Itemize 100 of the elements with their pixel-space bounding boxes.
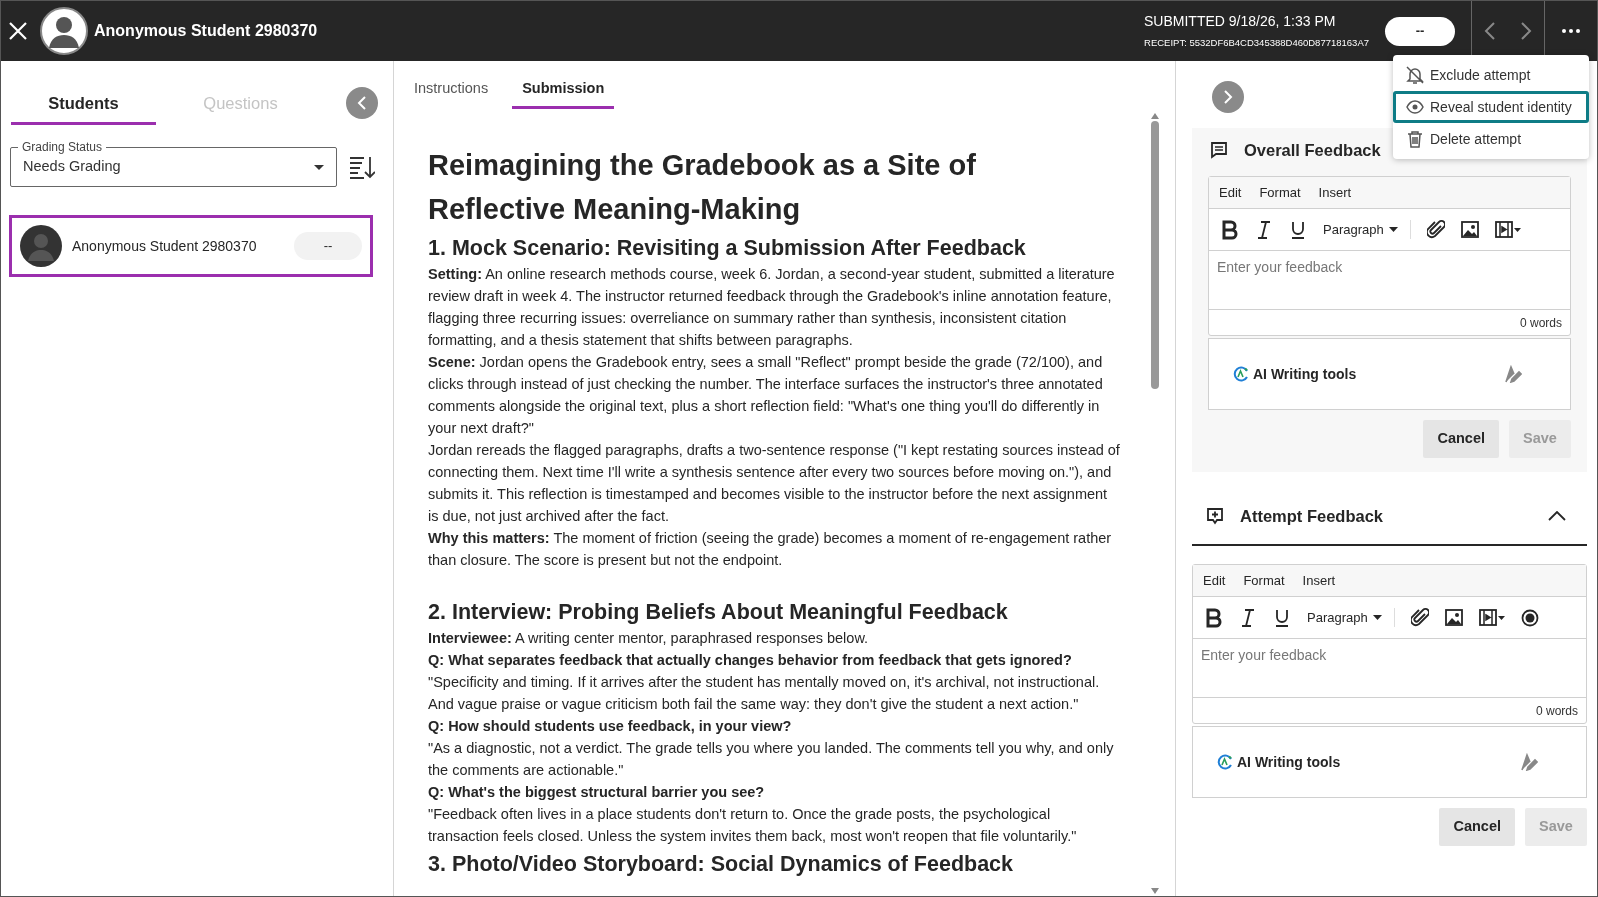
menu-item[interactable]: Format [1237,570,1291,591]
media-button[interactable] [1478,607,1505,628]
ai-writing-tools-button[interactable]: AI Writing tools [1253,363,1357,385]
pen-icon [1504,365,1522,383]
word-count: 0 words [1519,314,1562,332]
submitted-date: SUBMITTED 9/18/26, 1:33 PM [1144,12,1337,32]
ai-icon [1233,366,1249,382]
italic-icon [1255,219,1273,240]
italic-button[interactable] [1255,219,1273,240]
menu-item[interactable]: Insert [1296,570,1342,591]
italic-icon [1239,607,1257,628]
attach-button[interactable] [1426,219,1445,240]
grade-pill: -- [294,232,362,260]
menu-item[interactable]: Insert [1312,182,1358,203]
record-button[interactable] [1520,607,1539,628]
question: Q: What separates feedback that actually changes behavior from feedback that gets ignored? [428,651,1073,670]
add-comment-icon [1206,507,1224,525]
film-icon [1494,219,1521,240]
sort-icon [349,155,375,179]
bold-button[interactable] [1221,219,1239,240]
word-count: 0 words [1535,702,1578,720]
tab[interactable]: Students [11,85,156,125]
chevron-right-icon [1223,89,1233,105]
image-icon [1460,219,1479,240]
film-icon [1478,607,1505,628]
menu-item[interactable]: Edit [1197,570,1232,591]
paragraph: "Feedback often lives in a place students don't return to. Once the grade posts, the psychological transaction feels closed. Unless the system invites them back, most won't reopen that file voluntarily." [428,805,1078,846]
italic-button[interactable] [1239,607,1257,628]
scrollbar[interactable] [1150,113,1160,896]
expand-button[interactable] [1212,81,1244,113]
comment-icon [1210,141,1228,159]
image-button[interactable] [1460,219,1479,240]
bold-button[interactable] [1205,607,1223,628]
paragraph: "As a diagnostic, not a verdict. The grade tells you where you landed. The comments tell you why, and only the comments are actionable." [428,739,1115,780]
caret-down-icon [1388,227,1398,232]
bell-off-icon [1406,66,1424,84]
question: Q: How should students use feedback, in your view? [428,717,793,736]
student-name: Anonymous Student 2980370 [72,236,257,256]
underline-icon [1273,607,1291,628]
close-icon [8,21,28,41]
paragraph-dropdown[interactable]: Paragraph [1307,607,1395,628]
paragraph-dropdown[interactable]: Paragraph [1323,219,1411,240]
section-title: Overall Feedback [1244,139,1381,161]
ai-writing-tools-button[interactable]: AI Writing tools [1237,751,1341,773]
bold-icon [1221,219,1239,240]
menu-item[interactable]: Reveal student identity [1393,91,1589,123]
cancel-button[interactable]: Cancel [1439,808,1515,846]
grading-status-select[interactable]: Grading Status Needs Grading [10,139,337,187]
ai-icon [1217,754,1233,770]
chevron-left-icon [1484,21,1496,41]
underline-button[interactable] [1273,607,1291,628]
document-title: Reimagining the Gradebook as a Site of Reflective Meaning-Making [428,148,977,227]
select-label: Grading Status [18,140,107,154]
avatar-icon [39,6,89,56]
trash-icon [1406,130,1424,148]
student-name: Anonymous Student 2980370 [94,21,318,41]
underline-button[interactable] [1289,219,1307,240]
menu-item[interactable]: Exclude attempt [1393,59,1589,91]
feedback-editor[interactable]: Edit Format Insert Paragraph Enter your feedback 0 words [1192,564,1587,724]
paragraph: Jordan rereads the flagged paragraphs, drafts a two-sentence response ("I kept restating sources instead of connecting them. Next time I'll write a synthesis sentence after every two sources before moving on."), and submits it. This reflection is timestamped and becomes visible to the instructor before the next assignment is due, not just archived after the fact. [428,441,1120,526]
caret-down-icon [314,164,324,170]
image-button[interactable] [1444,607,1463,628]
chevron-right-icon [1520,21,1532,41]
chevron-up-icon [1548,511,1566,521]
grade-field[interactable]: -- [1385,16,1455,46]
caret-down-icon [1372,615,1382,620]
feedback-editor[interactable]: Edit Format Insert Paragraph Enter your feedback 0 words [1208,176,1571,336]
paragraph: "Specificity and timing. If it arrives after the student has mentally moved on, it's archival, not instructional. And vague praise or vague criticism both fail the same way: they don't give the student a next action." [428,673,1101,714]
media-button[interactable] [1494,219,1521,240]
menu-item[interactable]: Delete attempt [1393,123,1589,155]
avatar-icon [20,225,62,267]
section-heading: 2. Interview: Probing Beliefs About Meaningful Feedback [428,599,1009,626]
image-icon [1444,607,1463,628]
scroll-up-icon [1151,113,1159,119]
receipt-number: RECEIPT: 5532DF6B4CD345388D460D87718163A7 [1144,36,1369,51]
menu-item[interactable]: Format [1253,182,1307,203]
save-button: Save [1525,808,1587,846]
chevron-left-icon [357,95,367,111]
scroll-down-icon [1151,888,1159,894]
section-title: Attempt Feedback [1240,505,1384,527]
student-row[interactable]: Anonymous Student 2980370 -- [9,215,373,277]
tab[interactable]: Submission [512,71,615,109]
paragraph: Scene: Jordan opens the Gradebook entry, sees a small "Reflect" prompt beside the grade (72/100), and clicks through instead of just checking the number. The interface surfaces the instructor's three annotated comments alongside the original text, plus a short reflection field: "What's one thing you'll do differently in your next draft?" [428,353,1104,438]
more-icon [1562,29,1580,33]
paperclip-icon [1426,219,1445,240]
underline-icon [1289,219,1307,240]
pen-icon [1520,753,1538,771]
save-button: Save [1509,420,1571,458]
section-heading: 3. Photo/Video Storyboard: Social Dynamics of Feedback [428,851,1015,878]
question: Q: What's the biggest structural barrier you see? [428,783,766,802]
paragraph: Setting: An online research methods course, week 6. Jordan, a second-year student, submitted a literature review draft in week 4. The instructor returned feedback through the Gradebook's inline annotation feature, flagging three recurring issues: overreliance on summary rather than synthesis, inconsistent citation formatting, and a thesis statement that shifts between paragraphs. [428,265,1116,350]
tab[interactable]: Instructions [404,71,499,109]
paragraph: Why this matters: The moment of friction (seeing the grade) becomes a moment of re-engagement rather than closure. The score is present but not the endpoint. [428,529,1113,570]
menu-item[interactable]: Edit [1213,182,1248,203]
sort-button[interactable] [349,154,375,180]
cancel-button[interactable]: Cancel [1423,420,1499,458]
attach-button[interactable] [1410,607,1429,628]
paragraph: Interviewee: A writing center mentor, paraphrased responses below. [428,629,870,648]
record-icon [1520,607,1539,628]
select-value: Needs Grading [23,157,121,177]
